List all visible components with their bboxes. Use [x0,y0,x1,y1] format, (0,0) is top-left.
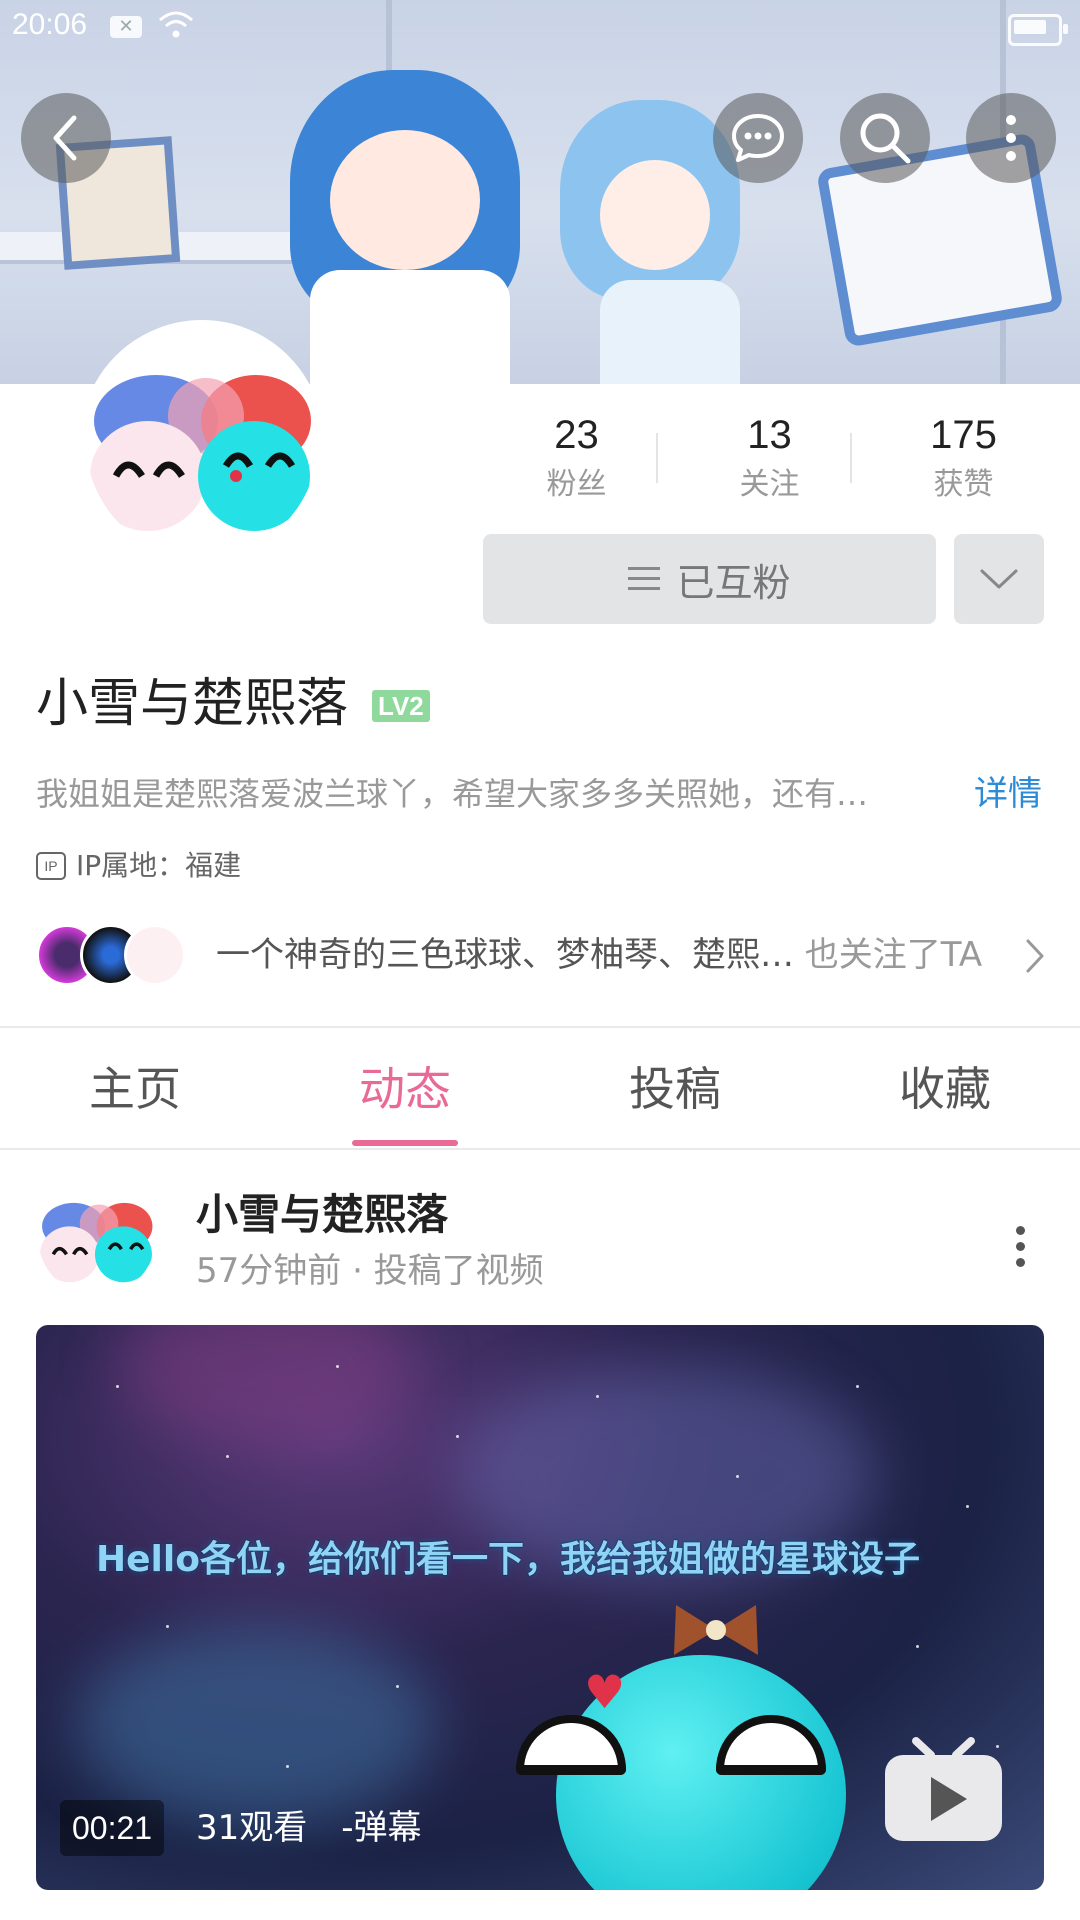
mutual-follow-label: 已互粉 [676,560,791,605]
profile-username: 小雪与楚熙落 [36,674,349,734]
menu-lines-icon [628,567,661,590]
level-badge: LV2 [372,690,430,722]
post-author-name[interactable]: 小雪与楚熙落 [196,1186,448,1244]
ip-icon: IP [36,852,66,880]
profile-tabs: 主页 动态 投稿 收藏 [0,1030,1080,1148]
tab-home[interactable]: 主页 [0,1030,270,1148]
mutual-follow-button[interactable]: 已互粉 [483,534,936,624]
back-button[interactable] [21,93,111,183]
chevron-down-icon [980,569,1018,589]
more-options-button[interactable] [966,93,1056,183]
stat-value: 23 [554,413,599,457]
stat-label: 关注 [739,467,800,502]
post-meta: 57分钟前 · 投稿了视频 [196,1251,544,1291]
more-vertical-icon [1006,115,1016,161]
profile-avatar[interactable] [80,320,324,564]
message-icon [732,114,784,162]
stat-value: 175 [930,413,997,457]
video-card[interactable]: Hello各位，给你们看一下，我给我姐做的星球设子 ♥ 00:21 31观看 -… [36,1325,1044,1890]
tab-submissions[interactable]: 投稿 [540,1030,810,1148]
notification-icon: ✕ [110,16,142,38]
video-duration: 00:21 [60,1800,165,1856]
mutual-followers-suffix: 也关注了TA [794,935,983,975]
post-author-avatar[interactable] [38,1178,156,1296]
post-more-button[interactable] [1000,1222,1040,1272]
bow-icon [674,1605,758,1655]
stat-following[interactable]: 13 关注 [673,405,866,505]
video-stats: 31观看 -弹幕 [196,1808,422,1848]
mutual-avatar [124,924,186,986]
bio-detail-link[interactable]: 详情 [974,770,1042,818]
ip-location: IP IP属地：福建 [36,846,241,886]
profile-stats: 23 粉丝 13 关注 175 获赞 [480,405,1060,515]
profile-bio: 我姐姐是楚熙落爱波兰球丫，希望大家多多关照她，还有… [36,775,869,813]
tab-favorites[interactable]: 收藏 [810,1030,1080,1148]
video-caption: Hello各位，给你们看一下，我给我姐做的星球设子 [96,1539,920,1580]
profile-page: 20:06 ✕ 23 粉丝 13 关注 175 获赞 已互粉 小雪与楚熙落 LV… [0,0,1080,1920]
stat-likes[interactable]: 175 获赞 [867,405,1060,505]
active-tab-indicator [352,1140,458,1146]
play-icon[interactable] [881,1735,1006,1845]
status-bar: 20:06 ✕ [0,0,1080,56]
section-divider [0,1026,1080,1028]
stat-label: 获赞 [933,467,994,502]
avatar-image [38,1178,156,1296]
follow-dropdown-button[interactable] [954,534,1044,624]
message-button[interactable] [713,93,803,183]
tab-dynamics[interactable]: 动态 [270,1030,540,1148]
heart-icon: ♥ [584,1665,626,1719]
battery-icon [1008,14,1068,46]
mutual-followers-names: 一个神奇的三色球球、梦柚琴、楚熙… [216,935,794,975]
status-time: 20:06 [12,8,88,41]
mutual-followers-text: 一个神奇的三色球球、梦柚琴、楚熙… 也关注了TA [216,932,982,978]
stat-fans[interactable]: 23 粉丝 [480,405,673,505]
back-icon [53,115,77,161]
wifi-icon [159,11,193,38]
tabs-divider [0,1148,1080,1150]
stat-value: 13 [747,413,792,457]
stat-label: 粉丝 [546,467,607,502]
avatar-image [86,326,318,558]
chevron-right-icon [1026,939,1044,973]
mutual-followers-row[interactable]: 一个神奇的三色球球、梦柚琴、楚熙… 也关注了TA [36,922,1046,992]
search-button[interactable] [840,93,930,183]
ip-location-label: IP属地：福建 [76,849,242,882]
search-icon [860,113,911,164]
